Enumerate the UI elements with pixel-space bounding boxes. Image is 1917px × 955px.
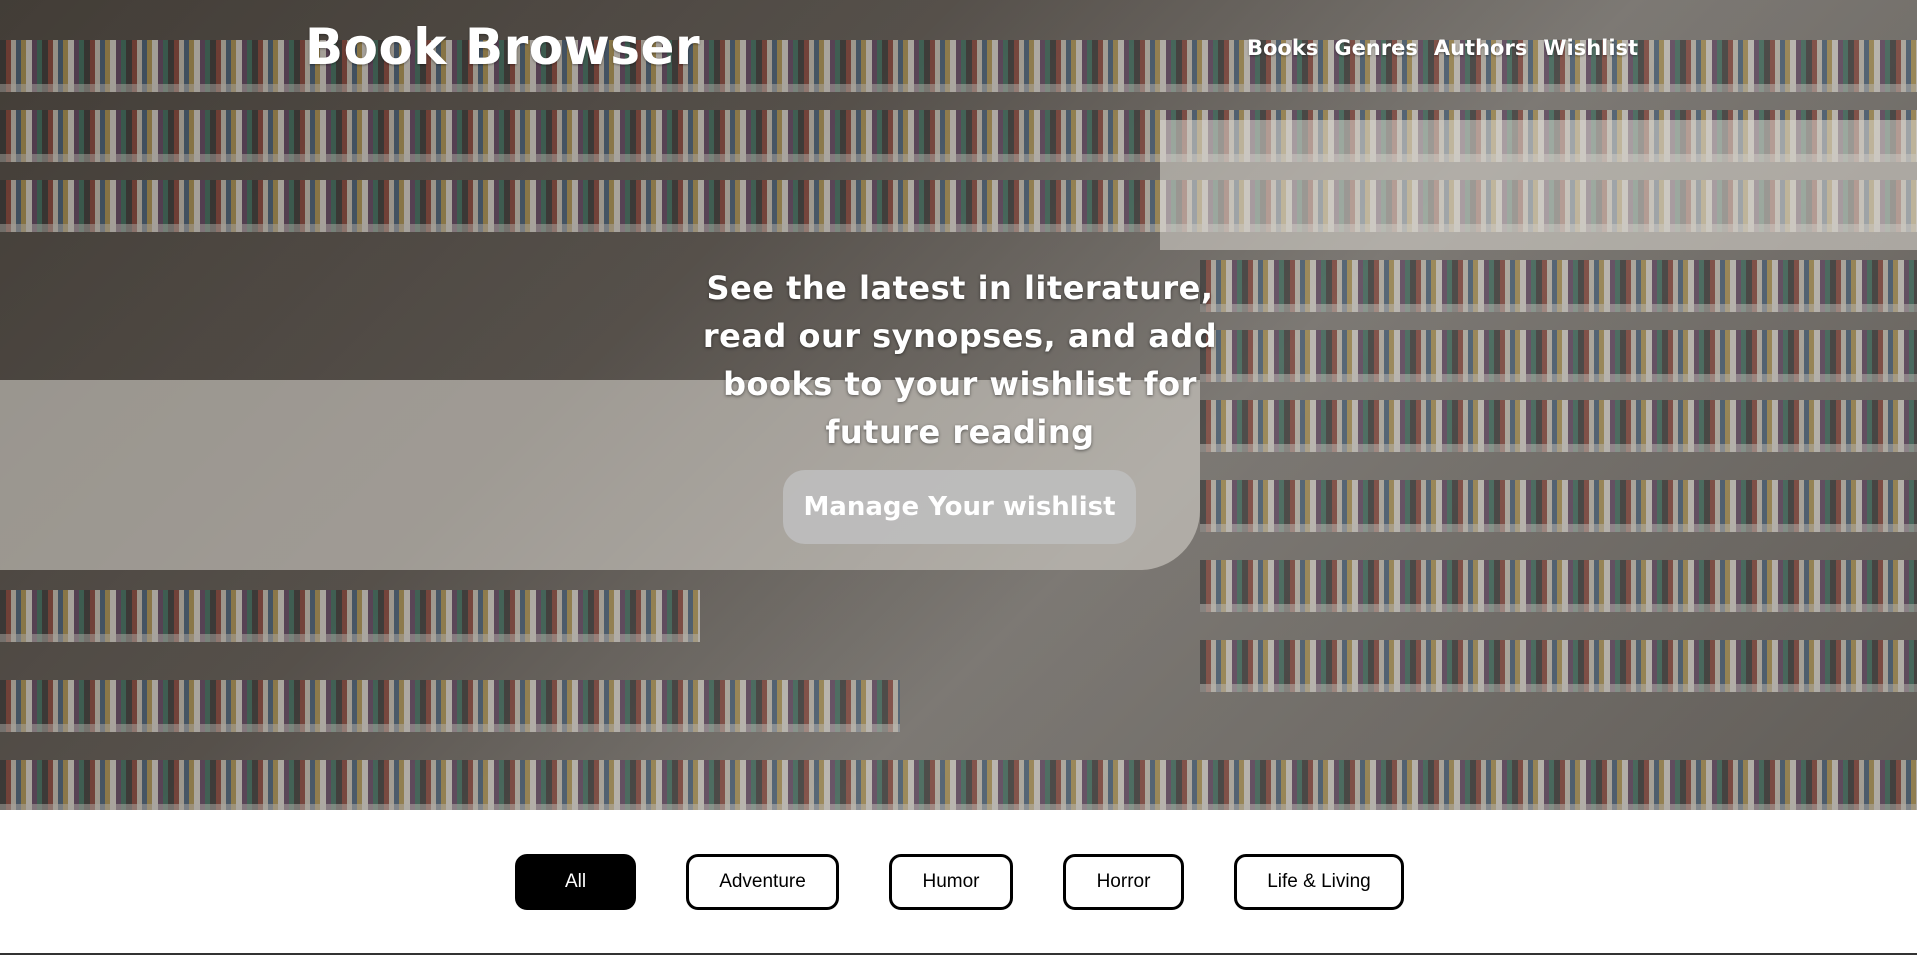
manage-wishlist-button[interactable]: Manage Your wishlist	[783, 470, 1136, 544]
filter-chip-life-living[interactable]: Life & Living	[1234, 854, 1404, 910]
hero-section: Book Browser Books Genres Authors Wishli…	[0, 0, 1917, 810]
filter-chip-adventure[interactable]: Adventure	[686, 854, 839, 910]
genre-filter-bar: All Adventure Humor Horror Life & Living	[0, 854, 1917, 910]
filter-chip-all[interactable]: All	[515, 854, 636, 910]
nav-link-wishlist[interactable]: Wishlist	[1543, 36, 1638, 60]
nav-link-authors[interactable]: Authors	[1434, 36, 1527, 60]
site-logo[interactable]: Book Browser	[305, 18, 700, 76]
filter-chip-horror[interactable]: Horror	[1063, 854, 1184, 910]
nav-link-genres[interactable]: Genres	[1334, 36, 1418, 60]
nav-link-books[interactable]: Books	[1247, 36, 1318, 60]
filter-chip-humor[interactable]: Humor	[889, 854, 1013, 910]
hero-tagline: See the latest in literature, read our s…	[702, 269, 1218, 451]
main-nav: Books Genres Authors Wishlist	[1247, 36, 1638, 60]
